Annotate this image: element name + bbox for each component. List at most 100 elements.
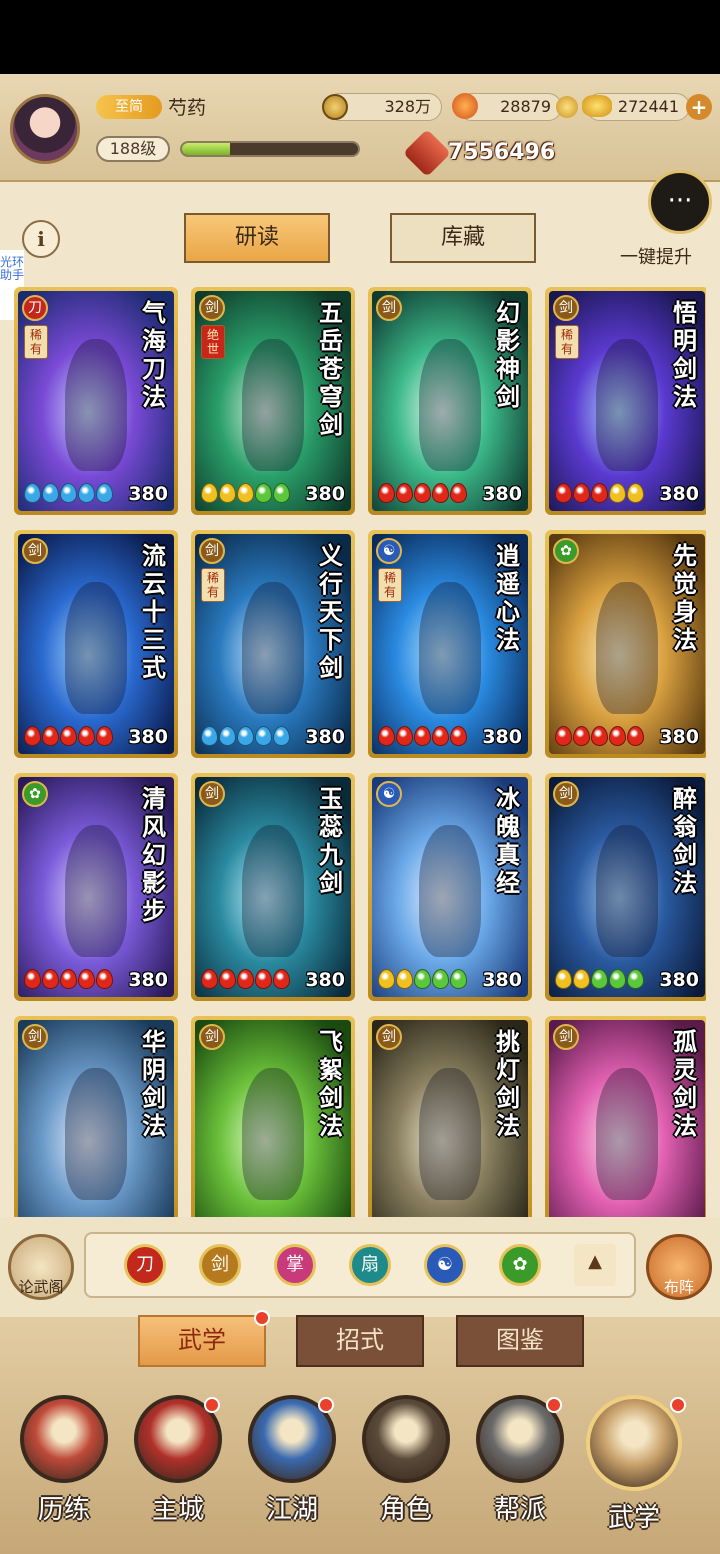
character-figure: [595, 825, 659, 958]
character-figure: [595, 1068, 659, 1201]
skill-card[interactable]: 剑 孤灵剑法: [545, 1016, 706, 1217]
red-quality-dot: [24, 726, 41, 746]
nav-item[interactable]: 江湖: [242, 1395, 342, 1545]
up-filter-icon[interactable]: ▲: [574, 1244, 616, 1286]
sword-type-icon: 剑: [199, 1024, 225, 1050]
nav-notification: [318, 1397, 334, 1413]
fan-filter-icon[interactable]: 扇: [349, 1244, 391, 1286]
red-quality-dot: [78, 726, 95, 746]
quality-dots: [378, 483, 467, 503]
blade-filter-icon[interactable]: 刀: [124, 1244, 166, 1286]
skill-score: 380: [659, 483, 699, 505]
palm-filter-icon[interactable]: 掌: [274, 1244, 316, 1286]
sword-type-icon: 剑: [553, 295, 579, 321]
blue-quality-dot: [219, 726, 236, 746]
add-gold-icon[interactable]: +: [686, 94, 712, 120]
skill-card[interactable]: ☯ 冰魄真经 380: [368, 773, 532, 1001]
yellow-quality-dot: [237, 483, 254, 503]
player-name: 芍药: [168, 97, 207, 119]
skill-card[interactable]: 剑稀有 义行天下剑 380: [191, 530, 355, 758]
nav-item[interactable]: 帮派: [470, 1395, 570, 1545]
sword-type-icon: 剑: [199, 781, 225, 807]
sword-type-icon: 剑: [553, 781, 579, 807]
red-quality-dot: [42, 726, 59, 746]
sword-type-icon: 剑: [376, 295, 402, 321]
character-figure: [418, 339, 482, 472]
red-quality-dot: [255, 969, 272, 989]
nav-item[interactable]: 武学: [584, 1395, 686, 1545]
red-quality-dot: [555, 726, 572, 746]
skill-card-art: 剑 幻影神剑 380: [372, 291, 528, 511]
skill-card-art: 剑绝世 五岳苍穹剑 380: [195, 291, 351, 511]
leaf-type-icon: ✿: [22, 781, 48, 807]
skill-card[interactable]: ☯ 稀有 逍遥心法 380: [368, 530, 532, 758]
silver-value: 328万: [384, 97, 431, 116]
red-quality-dot: [450, 726, 467, 746]
coin-icon: [322, 94, 348, 120]
character-figure: [595, 339, 659, 472]
player-avatar[interactable]: [10, 94, 80, 164]
skill-score: 380: [128, 483, 168, 505]
skill-card[interactable]: 剑 幻影神剑 380: [368, 287, 532, 515]
sword-type-icon: 剑: [22, 1024, 48, 1050]
yellow-quality-dot: [627, 483, 644, 503]
character-figure: [241, 825, 305, 958]
red-quality-dot: [414, 483, 431, 503]
quality-dots: [555, 969, 644, 989]
quality-dots: [378, 969, 467, 989]
nav-item[interactable]: 历练: [14, 1395, 114, 1545]
red-quality-dot: [396, 483, 413, 503]
skill-score: 380: [305, 726, 345, 748]
nav-icon: [362, 1395, 450, 1483]
skill-card[interactable]: ✿ 先觉身法 380: [545, 530, 706, 758]
one-key-upgrade-button[interactable]: 一键提升: [620, 243, 692, 269]
skill-card[interactable]: ✿ 清风幻影步 380: [14, 773, 178, 1001]
character-figure: [418, 1068, 482, 1201]
bottom-tab-atlas[interactable]: 图鉴: [456, 1315, 584, 1367]
quality-dots: [24, 726, 113, 746]
formation-label: 布阵: [663, 1278, 694, 1296]
sword-filter-icon[interactable]: 剑: [199, 1244, 241, 1286]
red-quality-dot: [273, 969, 290, 989]
yellow-quality-dot: [201, 483, 218, 503]
skill-card-art: 剑 飞絮剑法: [195, 1020, 351, 1217]
tab-collection[interactable]: 库藏: [390, 213, 536, 263]
skill-card[interactable]: 剑 流云十三式 380: [14, 530, 178, 758]
skill-card[interactable]: 剑 飞絮剑法: [191, 1016, 355, 1217]
skill-card[interactable]: 刀稀有 气海刀法 380: [14, 287, 178, 515]
nav-item[interactable]: 角色: [356, 1395, 456, 1545]
taiji-filter-icon[interactable]: ☯: [424, 1244, 466, 1286]
skill-score: 380: [128, 726, 168, 748]
status-bar: [0, 0, 720, 74]
blue-quality-dot: [201, 726, 218, 746]
bottom-tab-moves[interactable]: 招式: [296, 1315, 424, 1367]
skill-card-art: ✿ 先觉身法 380: [549, 534, 705, 754]
nav-item[interactable]: 主城: [128, 1395, 228, 1545]
skill-score: 380: [305, 483, 345, 505]
skill-card[interactable]: 剑稀有 悟明剑法 380: [545, 287, 706, 515]
character-figure: [64, 1068, 128, 1201]
skill-name: 悟明剑法: [673, 298, 697, 411]
tab-study[interactable]: 研读: [184, 213, 330, 263]
skill-card-art: 剑 玉蕊九剑 380: [195, 777, 351, 997]
sword-type-icon: 剑: [376, 1024, 402, 1050]
chat-bubble-icon[interactable]: ···: [648, 170, 712, 234]
info-icon[interactable]: i: [22, 220, 60, 258]
formation-button[interactable]: 布阵: [646, 1234, 712, 1300]
skill-card[interactable]: 剑 玉蕊九剑 380: [191, 773, 355, 1001]
nav-notification: [546, 1397, 562, 1413]
skill-card[interactable]: 剑 华阴剑法: [14, 1016, 178, 1217]
character-figure: [64, 825, 128, 958]
skill-name: 清风幻影步: [142, 784, 166, 925]
lunwuge-button[interactable]: 论武阁: [8, 1234, 74, 1300]
skill-card[interactable]: 剑 挑灯剑法: [368, 1016, 532, 1217]
leaf-filter-icon[interactable]: ✿: [499, 1244, 541, 1286]
blade-type-icon: 刀: [22, 295, 48, 321]
jade-value: 28879: [500, 97, 551, 116]
green-quality-dot: [591, 969, 608, 989]
bottom-tab-martial[interactable]: 武学: [138, 1315, 266, 1367]
skill-card[interactable]: 剑绝世 五岳苍穹剑 380: [191, 287, 355, 515]
sword-type-icon: 剑: [22, 538, 48, 564]
skill-card[interactable]: 剑 醉翁剑法 380: [545, 773, 706, 1001]
quality-dots: [201, 969, 290, 989]
